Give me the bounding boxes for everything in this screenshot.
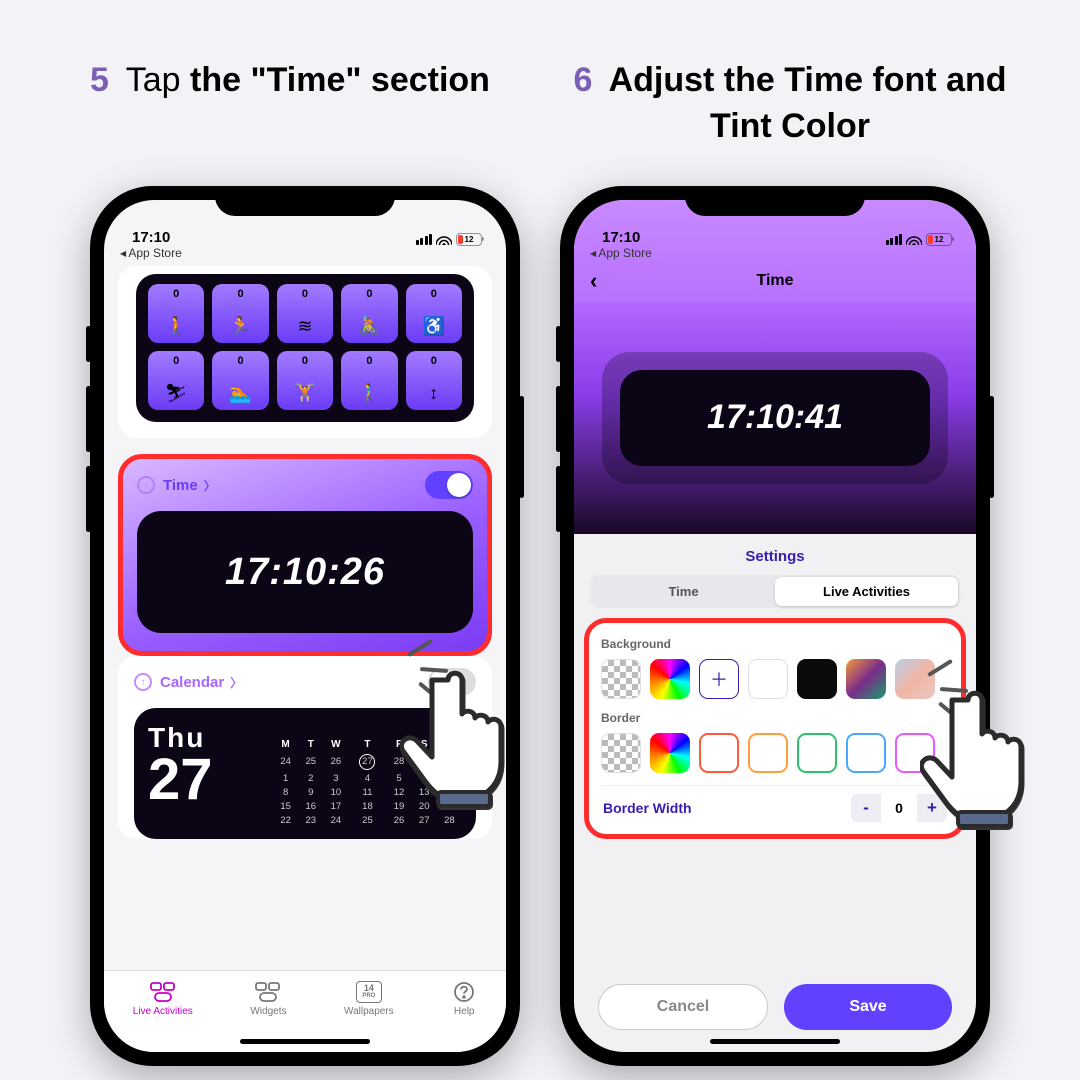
activity-tile[interactable]: 0🚶‍♂️ [341,351,397,410]
nav-bar: ‹ Time [574,260,976,302]
back-to-appstore[interactable]: App Store [104,246,506,260]
time-section-card[interactable]: ↑ Time 〉 17:10:26 [118,454,492,656]
step-6-number: 6 [573,61,592,99]
activity-tile[interactable]: 0🏋 [277,351,333,410]
bg-swatch-gradient-1[interactable] [846,659,886,699]
battery-icon: 12 [456,233,482,246]
step-6-caption: 6 Adjust the Time font and Tint Color [570,58,1010,150]
screen-widget-list: 17:10 12 App Store 0🚶0🏃0≋0🚴0♿ 0⛷0🏊0🏋0🚶‍♂️… [104,200,506,1052]
appearance-options-panel: Background ＋ Border Border [584,618,966,839]
activity-tile[interactable]: 0🚶 [148,284,204,343]
tab-live-activities[interactable]: Live Activities [133,981,193,1017]
border-swatch-orange[interactable] [748,733,788,773]
settings-heading: Settings [574,534,976,575]
battery-icon: 12 [926,233,952,246]
border-width-decrement[interactable]: - [851,794,881,822]
home-indicator[interactable] [240,1039,370,1044]
background-swatches: ＋ [601,659,949,699]
phone-left: 17:10 12 App Store 0🚶0🏃0≋0🚴0♿ 0⛷0🏊0🏋0🚶‍♂️… [90,186,520,1066]
upload-icon: ↑ [134,673,152,691]
activity-widget-card[interactable]: 0🚶0🏃0≋0🚴0♿ 0⛷0🏊0🏋0🚶‍♂️0↕ [118,266,492,438]
activity-tile[interactable]: 0⛷ [148,351,204,410]
border-width-label: Border Width [603,800,692,816]
border-swatch-transparent[interactable] [601,733,641,773]
calendar-section-label: Calendar [160,674,224,691]
tab-help[interactable]: Help [451,981,477,1017]
time-section-toggle[interactable] [425,471,473,499]
time-section-label: Time [163,477,198,494]
activity-tile[interactable]: 0🏃 [212,284,268,343]
cancel-button[interactable]: Cancel [598,984,768,1030]
border-width-row: Border Width - 0 + [601,785,949,826]
tap-indicator-left [400,650,550,825]
step-5-bold: the "Time" section [190,61,490,99]
wifi-icon [436,233,452,245]
bg-swatch-color-picker[interactable] [650,659,690,699]
activity-tile[interactable]: 0≋ [277,284,333,343]
back-button[interactable]: ‹ [590,268,597,294]
captions-row: 5 Tap the "Time" section 6 Adjust the Ti… [0,0,1080,186]
border-swatch-color-picker[interactable] [650,733,690,773]
chevron-right-icon: 〉 [204,477,216,494]
bg-swatch-black[interactable] [797,659,837,699]
home-indicator[interactable] [710,1039,840,1044]
bg-swatch-add[interactable]: ＋ [699,659,739,699]
step-5-number: 5 [90,61,109,99]
wifi-icon [906,233,922,245]
page-title: Time [756,272,793,290]
save-button[interactable]: Save [784,984,952,1030]
bg-swatch-transparent[interactable] [601,659,641,699]
bg-swatch-white[interactable] [748,659,788,699]
time-widget-preview: 17:10:26 [137,511,473,633]
screen-time-settings: 17:10 12 App Store ‹ Time 17:10:41 Setti… [574,200,976,1052]
border-swatch-green[interactable] [797,733,837,773]
status-time: 17:10 [602,229,640,246]
border-swatches [601,733,949,773]
notch [215,186,395,216]
calendar-day-of-month: 27 [148,754,261,806]
step-6-bold: Adjust the Time font and Tint Color [600,61,1006,145]
footer-buttons: Cancel Save [574,984,976,1030]
activity-tile[interactable]: 0🚴 [341,284,397,343]
border-label: Border [601,711,949,725]
activity-tile[interactable]: 0↕ [406,351,462,410]
status-time: 17:10 [132,229,170,246]
border-swatch-red[interactable] [699,733,739,773]
time-preview-value: 17:10:41 [620,370,930,466]
phone-right: 17:10 12 App Store ‹ Time 17:10:41 Setti… [560,186,990,1066]
cellular-icon [416,234,433,245]
background-label: Background [601,637,949,651]
step-5-light: Tap [117,61,190,99]
time-preview-hero: 17:10:41 [574,302,976,534]
cellular-icon [886,234,903,245]
segment-live-activities[interactable]: Live Activities [775,577,958,606]
border-width-value: 0 [881,800,917,816]
notch [685,186,865,216]
segment-time[interactable]: Time [592,577,775,606]
segmented-control[interactable]: Time Live Activities [590,575,960,608]
upload-icon: ↑ [137,476,155,494]
activity-tile[interactable]: 0♿ [406,284,462,343]
activity-tile[interactable]: 0🏊 [212,351,268,410]
tab-widgets[interactable]: Widgets [250,981,286,1017]
border-swatch-blue[interactable] [846,733,886,773]
tab-wallpapers[interactable]: 14PRO Wallpapers [344,981,394,1017]
step-5-caption: 5 Tap the "Time" section [70,58,510,150]
tap-indicator-right [920,670,1070,845]
back-to-appstore[interactable]: App Store [574,246,976,260]
chevron-right-icon: 〉 [230,674,242,691]
